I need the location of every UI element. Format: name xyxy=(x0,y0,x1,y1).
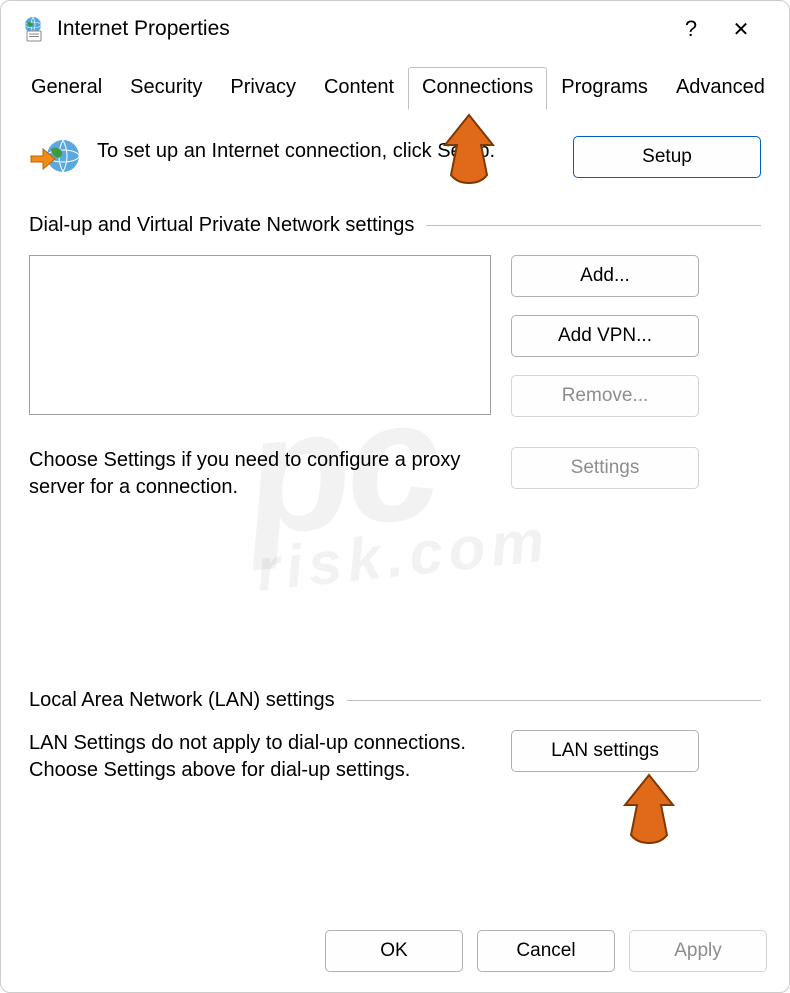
apply-button: Apply xyxy=(629,930,767,972)
watermark-sub: risk.com xyxy=(253,505,553,604)
lan-group-header: Local Area Network (LAN) settings xyxy=(29,689,761,712)
dialog-footer: OK Cancel Apply xyxy=(325,930,767,972)
tab-programs[interactable]: Programs xyxy=(547,67,662,110)
connection-wizard-icon xyxy=(29,136,81,184)
internet-options-icon xyxy=(19,15,47,43)
lan-settings-button[interactable]: LAN settings xyxy=(511,730,699,772)
tab-strip: General Security Privacy Content Connect… xyxy=(17,67,773,110)
tab-connections[interactable]: Connections xyxy=(408,67,547,110)
help-button[interactable]: ? xyxy=(671,16,711,42)
connections-panel: To set up an Internet connection, click … xyxy=(1,110,789,501)
tab-advanced[interactable]: Advanced xyxy=(662,67,779,110)
lan-group-label: Local Area Network (LAN) settings xyxy=(29,689,335,712)
divider xyxy=(347,700,761,701)
titlebar: Internet Properties ? ✕ xyxy=(1,1,789,57)
tab-content[interactable]: Content xyxy=(310,67,408,110)
remove-button: Remove... xyxy=(511,375,699,417)
dialup-connections-listbox[interactable] xyxy=(29,255,491,415)
lan-hint-text: LAN Settings do not apply to dial-up con… xyxy=(29,730,491,784)
tab-security[interactable]: Security xyxy=(116,67,216,110)
internet-properties-dialog: Internet Properties ? ✕ General Security… xyxy=(0,0,790,993)
tab-general[interactable]: General xyxy=(17,67,116,110)
cancel-button[interactable]: Cancel xyxy=(477,930,615,972)
dialup-group-header: Dial-up and Virtual Private Network sett… xyxy=(29,214,761,237)
setup-intro-text: To set up an Internet connection, click … xyxy=(97,136,557,165)
add-button[interactable]: Add... xyxy=(511,255,699,297)
lan-group: Local Area Network (LAN) settings LAN Se… xyxy=(29,689,761,784)
divider xyxy=(426,225,761,226)
dialup-hint-text: Choose Settings if you need to configure… xyxy=(29,447,491,501)
add-vpn-button[interactable]: Add VPN... xyxy=(511,315,699,357)
setup-button[interactable]: Setup xyxy=(573,136,761,178)
close-button[interactable]: ✕ xyxy=(711,17,771,42)
ok-button[interactable]: OK xyxy=(325,930,463,972)
dialup-settings-button: Settings xyxy=(511,447,699,489)
dialup-group-label: Dial-up and Virtual Private Network sett… xyxy=(29,214,414,237)
window-title: Internet Properties xyxy=(57,17,671,41)
tab-privacy[interactable]: Privacy xyxy=(216,67,310,110)
